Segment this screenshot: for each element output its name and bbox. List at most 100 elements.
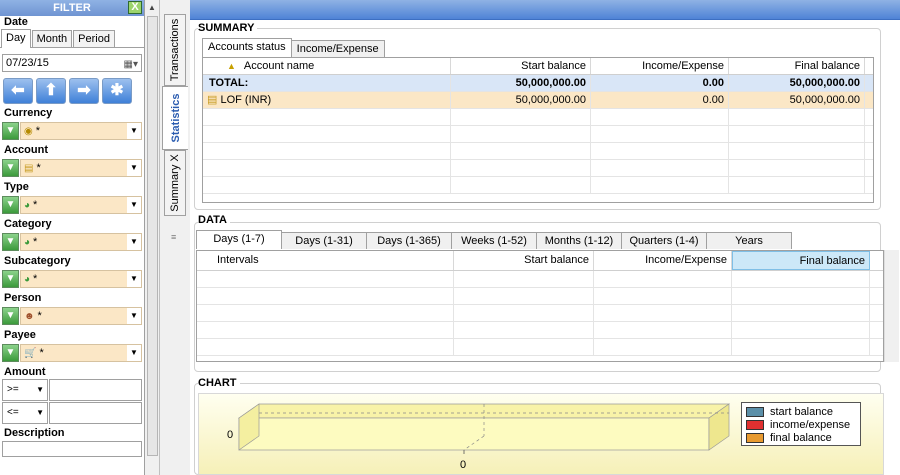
chevron-down-icon[interactable]: ▼: [127, 123, 141, 139]
column-income-expense[interactable]: Income/Expense: [591, 58, 729, 74]
date-tabs: Day Month Period: [0, 29, 144, 48]
filter-title-bar: FILTER X: [0, 0, 144, 16]
chevron-down-icon[interactable]: ▼: [127, 234, 141, 250]
account-select[interactable]: ▤ * ▼: [20, 159, 142, 177]
pie-icon: ◕: [24, 274, 31, 285]
account-funnel-icon[interactable]: ▼: [2, 159, 19, 177]
empty-row: [203, 160, 873, 177]
account-start: 50,000,000.00: [451, 92, 591, 108]
category-funnel-icon[interactable]: ▼: [2, 233, 19, 251]
currency-select[interactable]: ◉ * ▼: [20, 122, 142, 140]
y-tick-label: 0: [227, 429, 233, 441]
column-start-balance[interactable]: Start balance: [454, 251, 594, 270]
previous-date-button[interactable]: ⬅: [3, 78, 33, 104]
legend-label: final balance: [770, 431, 832, 444]
tab-quarters-1-4[interactable]: Quarters (1-4): [621, 232, 707, 249]
data-grid: Intervals Start balance Income/Expense F…: [196, 250, 884, 362]
person-funnel-icon[interactable]: ▼: [2, 307, 19, 325]
category-select[interactable]: ◕ * ▼: [20, 233, 142, 251]
amount-min-operator-value: >=: [7, 384, 19, 395]
bar-front-face: [238, 417, 710, 451]
type-select[interactable]: ◕ * ▼: [20, 196, 142, 214]
empty-row: [203, 109, 873, 126]
tab-days-1-365[interactable]: Days (1-365): [366, 232, 452, 249]
account-icon: ▤: [207, 94, 218, 106]
tab-years[interactable]: Years: [706, 232, 792, 249]
date-field[interactable]: 07/23/15 ▦▾: [2, 54, 142, 72]
tab-days-1-31[interactable]: Days (1-31): [281, 232, 367, 249]
data-tabs: Days (1-7) Days (1-31) Days (1-365) Week…: [196, 230, 792, 249]
date-value: 07/23/15: [6, 57, 49, 69]
amount-max-input[interactable]: [49, 402, 142, 424]
tab-weeks-1-52[interactable]: Weeks (1-52): [451, 232, 537, 249]
payee-label: Payee: [4, 329, 36, 341]
scrollbar-thumb[interactable]: [147, 16, 158, 456]
data-title: DATA: [198, 214, 230, 226]
amount-min-input[interactable]: [49, 379, 142, 401]
legend-item: start balance: [746, 405, 856, 418]
chevron-down-icon[interactable]: ▼: [127, 345, 141, 361]
currency-label: Currency: [4, 107, 53, 119]
filter-scrollbar[interactable]: ▲: [145, 0, 160, 475]
table-row[interactable]: ▤ LOF (INR) 50,000,000.00 0.00 50,000,00…: [203, 92, 873, 109]
amount-max-operator[interactable]: <= ▼: [2, 402, 48, 424]
amount-filter: Amount >= ▼ <= ▼: [0, 366, 144, 424]
legend-swatch: [746, 432, 764, 443]
empty-row: [197, 339, 883, 356]
column-intervals[interactable]: Intervals: [197, 251, 454, 270]
date-tab-day[interactable]: Day: [1, 29, 31, 48]
tab-months-1-12[interactable]: Months (1-12): [536, 232, 622, 249]
tab-summary-x[interactable]: Summary X: [164, 150, 186, 216]
column-income-expense[interactable]: Income/Expense: [594, 251, 732, 270]
payee-select[interactable]: 🛒 * ▼: [20, 344, 142, 362]
category-label: Category: [4, 218, 52, 230]
column-account-name-label: Account name: [243, 60, 315, 72]
close-filter-button[interactable]: X: [128, 1, 142, 14]
coins-icon: ◉: [24, 126, 33, 137]
up-date-button[interactable]: ⬆: [36, 78, 66, 104]
summary-tabs: Accounts status Income/Expense: [202, 38, 385, 57]
date-tab-period[interactable]: Period: [73, 30, 115, 47]
person-select[interactable]: ☻ * ▼: [20, 307, 142, 325]
account-final: 50,000,000.00: [729, 92, 865, 108]
tab-statistics[interactable]: Statistics: [162, 86, 188, 150]
amount-min-operator[interactable]: >= ▼: [2, 379, 48, 401]
column-account-name[interactable]: ▲ Account name: [203, 58, 451, 74]
column-final-balance[interactable]: Final balance: [729, 58, 865, 74]
data-header-row: Intervals Start balance Income/Expense F…: [197, 251, 883, 271]
column-start-balance[interactable]: Start balance: [451, 58, 591, 74]
tab-days-1-7[interactable]: Days (1-7): [196, 230, 282, 249]
reset-date-button[interactable]: ✱: [102, 78, 132, 104]
empty-row: [197, 305, 883, 322]
description-input[interactable]: [2, 441, 142, 457]
filter-panel: FILTER X Date Day Month Period 07/23/15 …: [0, 0, 145, 475]
chevron-down-icon[interactable]: ▼: [127, 197, 141, 213]
subcategory-funnel-icon[interactable]: ▼: [2, 270, 19, 288]
date-tab-month[interactable]: Month: [31, 30, 73, 47]
subcategory-select[interactable]: ◕ * ▼: [20, 270, 142, 288]
chevron-down-icon[interactable]: ▼: [127, 308, 141, 324]
splitter-handle[interactable]: ≡: [171, 232, 176, 242]
chevron-down-icon[interactable]: ▼: [127, 271, 141, 287]
currency-funnel-icon[interactable]: ▼: [2, 122, 19, 140]
table-row-total[interactable]: TOTAL: 50,000,000.00 0.00 50,000,000.00: [203, 75, 873, 92]
data-grid-scrollbar[interactable]: [884, 250, 899, 362]
date-navigation: ⬅ ⬆ ➡ ✱: [3, 78, 144, 104]
next-date-button[interactable]: ➡: [69, 78, 99, 104]
empty-row: [197, 322, 883, 339]
column-final-balance[interactable]: Final balance: [732, 251, 870, 270]
calendar-dropdown-icon[interactable]: ▦▾: [124, 57, 138, 73]
chart-legend: start balance income/expense final balan…: [741, 402, 861, 446]
chevron-down-icon[interactable]: ▼: [127, 160, 141, 176]
amount-max-operator-value: <=: [7, 407, 19, 418]
pie-icon: ◕: [24, 237, 31, 248]
date-label: Date: [4, 16, 28, 28]
type-funnel-icon[interactable]: ▼: [2, 196, 19, 214]
payee-funnel-icon[interactable]: ▼: [2, 344, 19, 362]
type-label: Type: [4, 181, 29, 193]
tab-accounts-status[interactable]: Accounts status: [202, 38, 292, 57]
tab-income-expense[interactable]: Income/Expense: [290, 40, 385, 57]
tab-transactions[interactable]: Transactions: [164, 14, 186, 86]
filter-title: FILTER: [53, 2, 91, 14]
scroll-up-icon[interactable]: ▲: [145, 0, 159, 15]
